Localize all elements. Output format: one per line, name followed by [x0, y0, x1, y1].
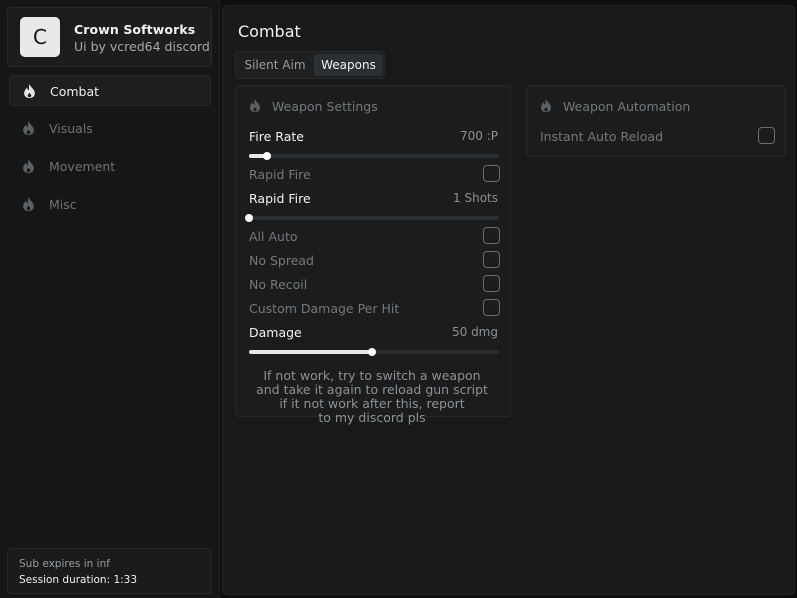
tab-silent-aim[interactable]: Silent Aim	[238, 54, 312, 76]
fire-rate-label: Fire Rate	[249, 129, 304, 144]
panel-title: Weapon Automation	[563, 99, 691, 114]
sidebar-item-combat[interactable]: Combat	[9, 75, 211, 106]
custom-damage-label: Custom Damage Per Hit	[249, 301, 400, 316]
fire-rate-slider[interactable]	[249, 152, 499, 160]
flame-icon	[541, 98, 551, 113]
all-auto-label: All Auto	[249, 229, 298, 244]
slider-knob[interactable]	[245, 214, 253, 222]
panel-title: Weapon Settings	[272, 99, 378, 114]
instant-auto-reload-checkbox[interactable]	[758, 127, 775, 144]
slider-knob[interactable]	[367, 348, 376, 356]
damage-slider[interactable]	[249, 348, 499, 356]
fire-rate-value: 700 :P	[460, 129, 498, 143]
help-note-line: if it not work after this, report	[279, 396, 465, 411]
brand-subtitle: Ui by vcred64 discord	[74, 39, 210, 54]
flame-icon	[23, 196, 34, 212]
profile-card: C Crown Softworks Ui by vcred64 discord	[7, 7, 212, 67]
instant-auto-reload-label: Instant Auto Reload	[540, 129, 664, 144]
tab-bar: Silent Aim Weapons	[235, 51, 385, 79]
damage-value: 50 dmg	[451, 325, 498, 339]
no-recoil-label: No Recoil	[249, 277, 308, 292]
rapid-fire-checkbox[interactable]	[483, 165, 500, 182]
all-auto-checkbox[interactable]	[483, 227, 500, 244]
help-note-line: If not work, try to switch a weapon	[263, 368, 481, 383]
sidebar: C Crown Softworks Ui by vcred64 discord …	[0, 0, 220, 598]
avatar: C	[20, 17, 60, 57]
page-title: Combat	[238, 22, 301, 41]
flame-icon	[23, 158, 34, 174]
tab-weapons[interactable]: Weapons	[314, 54, 383, 76]
no-spread-label: No Spread	[249, 253, 314, 268]
sidebar-item-label: Visuals	[49, 121, 93, 136]
damage-label: Damage	[249, 325, 302, 340]
sidebar-item-label: Combat	[50, 84, 100, 99]
sidebar-item-visuals[interactable]: Visuals	[9, 113, 211, 144]
no-spread-checkbox[interactable]	[483, 251, 500, 268]
custom-damage-checkbox[interactable]	[483, 299, 500, 316]
weapon-automation-panel: Weapon Automation Instant Auto Reload	[526, 85, 786, 157]
session-info: Sub expires in inf Session duration: 1:3…	[7, 548, 212, 594]
sidebar-item-misc[interactable]: Misc	[9, 189, 211, 220]
flame-icon	[250, 98, 260, 113]
sidebar-item-label: Misc	[49, 197, 77, 212]
main-panel: Combat Silent Aim Weapons Weapon Setting…	[222, 5, 795, 595]
flame-icon	[23, 120, 34, 136]
brand-name: Crown Softworks	[74, 22, 196, 37]
no-recoil-checkbox[interactable]	[483, 275, 500, 292]
weapon-settings-panel: Weapon Settings Fire Rate 700 :P Rapid F…	[235, 85, 511, 425]
sidebar-nav: Combat Visuals Movement Misc	[9, 75, 211, 227]
sidebar-item-label: Movement	[49, 159, 116, 174]
session-duration: Session duration: 1:33	[19, 574, 138, 586]
slider-fill	[249, 350, 372, 354]
help-note-line: and take it again to reload gun script	[256, 382, 488, 397]
help-note-line: to my discord pls	[318, 410, 426, 425]
sidebar-item-movement[interactable]: Movement	[9, 151, 211, 182]
flame-icon	[24, 83, 35, 99]
rapid-fire-toggle-label: Rapid Fire	[249, 167, 311, 182]
subscription-status: Sub expires in inf	[19, 558, 110, 570]
slider-knob[interactable]	[262, 152, 271, 160]
rapid-fire-value: 1 Shots	[453, 191, 498, 205]
rapid-fire-slider[interactable]	[245, 214, 499, 222]
rapid-fire-slider-label: Rapid Fire	[249, 191, 311, 206]
